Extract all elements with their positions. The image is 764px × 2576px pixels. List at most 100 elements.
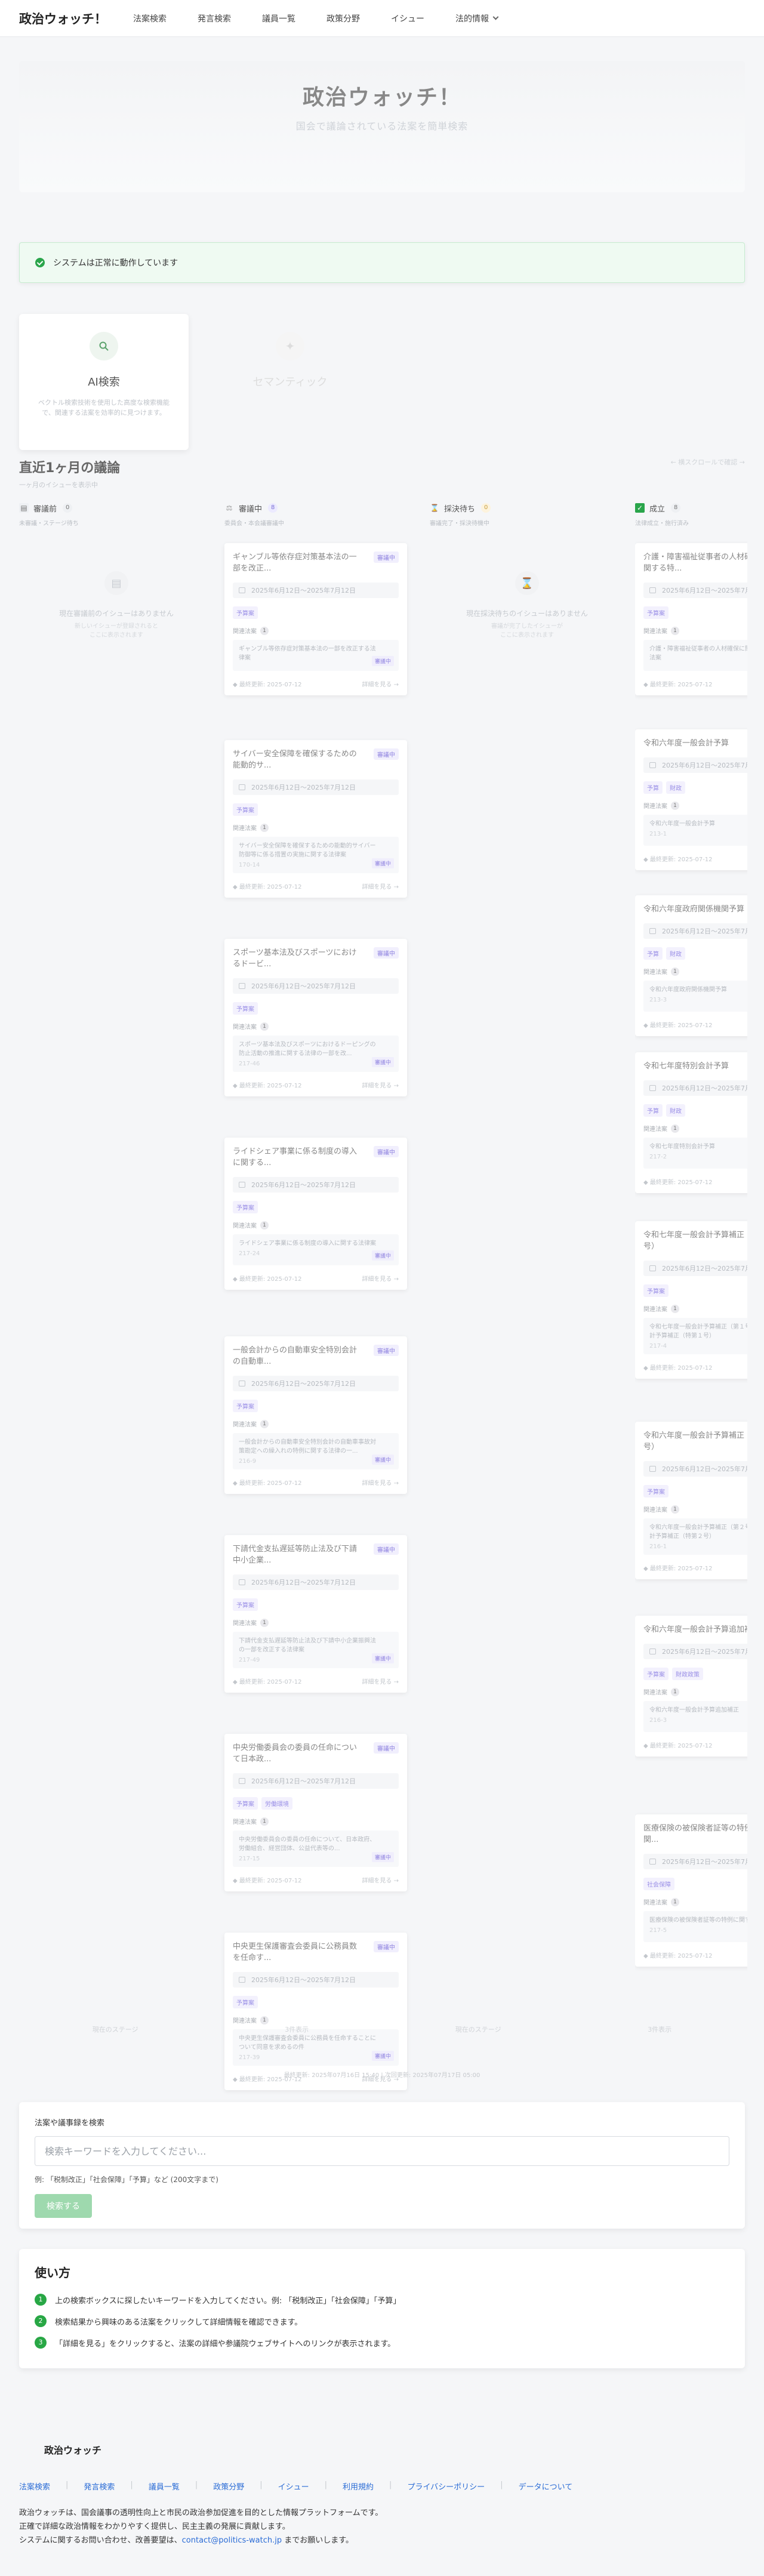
related-bill[interactable]: 令和六年度一般会計予算補正（第２号）及び特別会計予算補正（特第２号） 216-1 xyxy=(643,1518,747,1555)
kanban-board[interactable]: ▤ 審議前 0 未審議・ステージ待ち ▤ 現在審議前のイシューはありません 新し… xyxy=(19,501,764,2090)
related-bill[interactable]: 令和七年度一般会計予算補正（第１号）及び特別会計予算補正（特第１号） 217-4 xyxy=(643,1318,747,1354)
card-header: 令和六年度一般会計予算追加補正... xyxy=(643,1624,747,1635)
related-bills-label: 関連法案 1 xyxy=(643,626,747,635)
related-bill[interactable]: 介護・障害福祉従事者の人材確保に関する特別措置法案 xyxy=(643,640,747,671)
nav-link-bill-search[interactable]: 法案検索 xyxy=(133,13,167,24)
related-bill[interactable]: 中央労働委員会の委員の任命について、日本政府、労働組合、経営団体、公益代表等の.… xyxy=(233,1831,399,1867)
document-icon: ▤ xyxy=(104,571,128,595)
related-count: 1 xyxy=(671,1124,679,1133)
issue-card[interactable]: 令和六年度政府関係機関予算 2025年6月12日～2025年7月12日 予算財政… xyxy=(635,895,747,1036)
card-footer: ◆ 最終更新: 2025-07-12 xyxy=(643,854,747,863)
nav-link-speech-search[interactable]: 発言検索 xyxy=(198,13,231,24)
related-bill-number: 170-14 xyxy=(239,862,260,868)
issue-card[interactable]: スポーツ基本法及びスポーツにおけるドービ... 審議中 2025年6月12日～2… xyxy=(224,939,407,1096)
footer-contact-pre: システムに関するお問い合わせ、改善要望は、 xyxy=(19,2536,182,2545)
related-bill-number: 217-39 xyxy=(239,2054,260,2061)
related-status-badge: 審議中 xyxy=(371,656,394,666)
footer-link[interactable]: 法案検索 xyxy=(19,2481,50,2492)
search-input[interactable] xyxy=(35,2136,729,2166)
details-link[interactable]: 詳細を見る → xyxy=(362,882,399,890)
related-label-text: 関連法案 xyxy=(643,1507,667,1514)
card-footer: ◆ 最終更新: 2025-07-12 xyxy=(643,1363,747,1372)
issue-card[interactable]: 令和六年度一般会計予算追加補正... 2025年6月12日～2025年7月12日… xyxy=(635,1616,747,1757)
related-label-text: 関連法案 xyxy=(643,969,667,976)
step-text: 上の検索ボックスに探したいキーワードを入力してください。例: 「税制改正」「社会… xyxy=(55,2296,401,2306)
footer-link[interactable]: 発言検索 xyxy=(84,2481,115,2492)
issue-card[interactable]: 医療保険の被保険者証等の特例に関... 2025年6月12日～2025年7月12… xyxy=(635,1814,747,1967)
related-bill-title: 中央更生保護審査会委員に公務員を任命することについて同意を求めるの件 xyxy=(239,2035,376,2051)
issue-card[interactable]: 中央労働委員会の委員の任命について日本政... 審議中 2025年6月12日～2… xyxy=(224,1734,407,1891)
date-range-text: 2025年6月12日～2025年7月12日 xyxy=(662,762,747,769)
feature-card-ai-search[interactable]: AI検索 ベクトル検索技術を使用した高度な検索機能で、関連する法案を効率的に見つ… xyxy=(19,314,189,450)
related-bill[interactable]: 一般会計からの自動車安全特別会計の自動車事故対策勘定への繰入れの特例に関する法律… xyxy=(233,1433,399,1469)
related-bill[interactable]: 令和六年度政府関係機関予算 213-3 xyxy=(643,981,747,1012)
issue-card[interactable]: 介護・障害福祉従事者の人材確保に関する特... 2025年6月12日～2025年… xyxy=(635,543,747,695)
issue-card[interactable]: 令和七年度一般会計予算補正（第1号） 2025年6月12日～2025年7月12日… xyxy=(635,1221,747,1379)
related-bill-number: 216-9 xyxy=(239,1458,257,1465)
details-link[interactable]: 詳細を見る → xyxy=(362,1875,399,1884)
related-bill[interactable]: 医療保険の被保険者証等の特例に関する法律案 217-5 xyxy=(643,1911,747,1942)
date-range-text: 2025年6月12日～2025年7月12日 xyxy=(251,1181,356,1189)
footer-link[interactable]: 利用規約 xyxy=(343,2481,374,2492)
footer-link[interactable]: イシュー xyxy=(278,2481,309,2492)
card-title: 令和七年度特別会計予算 xyxy=(643,1062,729,1071)
related-bill-number: 217-2 xyxy=(649,1154,667,1160)
details-link[interactable]: 詳細を見る → xyxy=(362,1478,399,1487)
issue-card[interactable]: 令和六年度一般会計予算 2025年6月12日～2025年7月12日 予算財政 関… xyxy=(635,729,747,870)
related-bill[interactable]: ライドシェア事業に係る制度の導入に関する法律案 217-24 審議中 xyxy=(233,1234,399,1265)
related-bill[interactable]: 令和六年度一般会計予算追加補正 216-3 xyxy=(643,1701,747,1732)
footer-link[interactable]: プライバシーポリシー xyxy=(407,2481,485,2492)
issue-card[interactable]: ギャンブル等依存症対策基本法の一部を改正... 審議中 2025年6月12日～2… xyxy=(224,543,407,695)
issue-card[interactable]: 一般会計からの自動車安全特別会計の自動車... 審議中 2025年6月12日～2… xyxy=(224,1336,407,1494)
column-footer-text: 現在のステージ xyxy=(455,2026,501,2033)
issue-card[interactable]: サイバー安全保障を確保するための能動的サ... 審議中 2025年6月12日～2… xyxy=(224,740,407,898)
brand-logo[interactable]: 政治ウォッチ！ xyxy=(19,10,107,27)
feature-card-semantic[interactable]: ✦ セマンティック xyxy=(212,314,368,450)
issue-card[interactable]: 下請代金支払遅延等防止法及び下請中小企業... 審議中 2025年6月12日～2… xyxy=(224,1535,407,1693)
nav-link-policy[interactable]: 政策分野 xyxy=(326,13,360,24)
issue-card[interactable]: 令和六年度一般会計予算補正（第2号） 2025年6月12日～2025年7月12日… xyxy=(635,1422,747,1579)
details-link[interactable]: 詳細を見る → xyxy=(362,1677,399,1686)
related-bill[interactable]: サイバー安全保障を確保するための能動的サイバー防御等に係る措置の実施に関する法律… xyxy=(233,837,399,873)
contact-email-link[interactable]: contact@politics-watch.jp xyxy=(182,2536,282,2545)
related-bill[interactable]: スポーツ基本法及びスポーツにおけるドーピングの防止活動の推進に関する法律の一部を… xyxy=(233,1036,399,1072)
issue-card[interactable]: ライドシェア事業に係る制度の導入に関する... 審議中 2025年6月12日～2… xyxy=(224,1138,407,1290)
howto-title: 使い方 xyxy=(35,2266,70,2280)
column-pre-deliberation: ▤ 審議前 0 未審議・ステージ待ち ▤ 現在審議前のイシューはありません 新し… xyxy=(19,501,214,640)
empty-state: ▤ 現在審議前のイシューはありません 新しいイシューが登録されると ここに表示さ… xyxy=(19,571,214,640)
related-label-text: 関連法案 xyxy=(233,825,257,832)
related-bill-number: 213-1 xyxy=(649,831,667,837)
related-bill[interactable]: 下請代金支払遅延等防止法及び下請中小企業振興法の一部を改正する法律案 217-4… xyxy=(233,1632,399,1668)
footer-link[interactable]: 政策分野 xyxy=(213,2481,244,2492)
details-link[interactable]: 詳細を見る → xyxy=(362,1274,399,1283)
related-bill[interactable]: 令和六年度一般会計予算 213-1 xyxy=(643,815,747,846)
related-count: 1 xyxy=(260,1618,269,1627)
nav-link-issues[interactable]: イシュー xyxy=(391,13,424,24)
tag-badge: 予算案 xyxy=(643,606,668,619)
hero-subtitle: 国会で議論されている法案を簡単検索 xyxy=(295,121,469,132)
issue-card[interactable]: 中央更生保護審査会委員に公務員数を任命す... 審議中 2025年6月12日～2… xyxy=(224,1933,407,2090)
calendar-icon xyxy=(649,1265,656,1271)
related-label-text: 関連法案 xyxy=(643,1690,667,1696)
card-updated: ◆ 最終更新: 2025-07-12 xyxy=(643,1022,713,1029)
column-footer-text: 3件表示 xyxy=(285,2026,309,2033)
search-button[interactable]: 検索する xyxy=(35,2194,92,2218)
tag-badge: 予算案 xyxy=(233,1797,258,1810)
card-title: 令和七年度一般会計予算補正（第1号） xyxy=(643,1231,747,1251)
details-link[interactable]: 詳細を見る → xyxy=(362,679,399,688)
tag-list: 予算案 xyxy=(233,1201,399,1213)
document-icon: ▤ xyxy=(19,503,29,513)
issue-card[interactable]: 令和七年度特別会計予算 2025年6月12日～2025年7月12日 予算財政 関… xyxy=(635,1052,747,1193)
details-link[interactable]: 詳細を見る → xyxy=(362,1080,399,1089)
footer-link[interactable]: データについて xyxy=(519,2481,573,2492)
nav-link-members[interactable]: 議員一覧 xyxy=(262,13,295,24)
related-bill-number: 217-46 xyxy=(239,1061,260,1067)
tag-list: 予算案 xyxy=(233,1598,399,1611)
footer-link[interactable]: 議員一覧 xyxy=(149,2481,180,2492)
tag-badge: 予算 xyxy=(643,947,663,960)
last-updated: 最終更新: 2025年07月16日 15:40 | 次回更新: 2025年07月… xyxy=(284,2072,480,2079)
related-bill[interactable]: 令和七年度特別会計予算 217-2 xyxy=(643,1138,747,1169)
related-bill[interactable]: ギャンブル等依存症対策基本法の一部を改正する法律案 審議中 xyxy=(233,640,399,671)
related-bill[interactable]: 中央更生保護審査会委員に公務員を任命することについて同意を求めるの件 217-3… xyxy=(233,2029,399,2066)
nav-link-legal-dropdown[interactable]: 法的情報 xyxy=(455,13,499,24)
